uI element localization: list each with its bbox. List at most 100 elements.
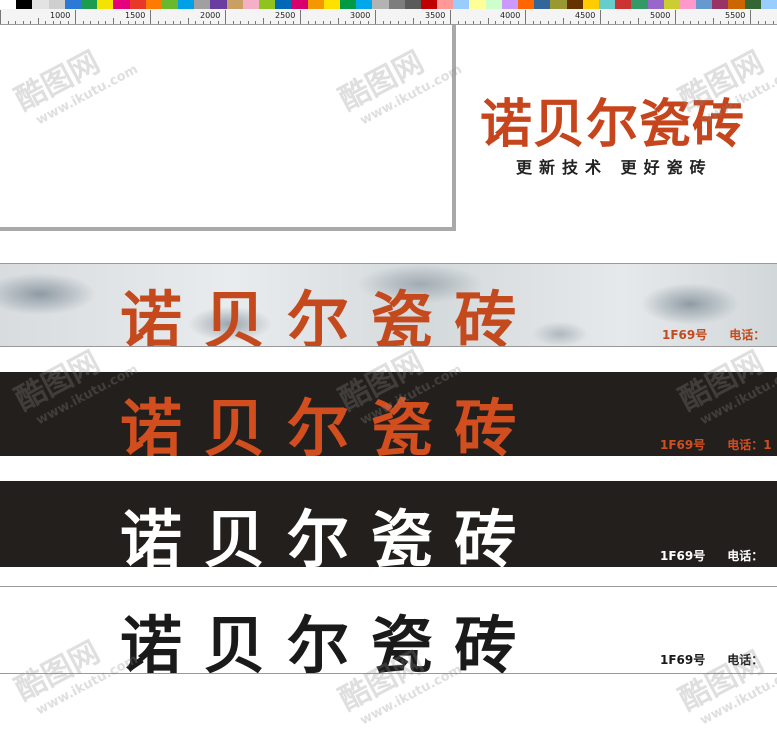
color-swatch[interactable] bbox=[178, 0, 195, 9]
color-swatch[interactable] bbox=[291, 0, 308, 9]
color-swatch[interactable] bbox=[226, 0, 243, 9]
color-swatch[interactable] bbox=[501, 0, 518, 9]
color-swatch[interactable] bbox=[388, 0, 405, 9]
ruler-tick bbox=[82, 21, 84, 24]
ruler-tick bbox=[382, 21, 384, 24]
color-swatch[interactable] bbox=[64, 0, 81, 9]
color-swatch[interactable] bbox=[372, 0, 389, 9]
ruler-tick bbox=[480, 21, 481, 24]
color-swatch[interactable] bbox=[566, 0, 583, 9]
ruler-tick bbox=[315, 21, 316, 24]
logo-subtitle[interactable]: 更新技术 更好瓷砖 bbox=[516, 154, 713, 178]
ruler-tick bbox=[90, 21, 91, 24]
color-swatch[interactable] bbox=[663, 0, 680, 9]
color-swatch[interactable] bbox=[307, 0, 324, 9]
color-swatch[interactable] bbox=[210, 0, 227, 9]
color-swatch[interactable] bbox=[696, 0, 713, 9]
ruler-label: 5000 bbox=[650, 11, 671, 20]
ruler-tick bbox=[210, 21, 211, 24]
color-swatch[interactable] bbox=[760, 0, 777, 9]
ruler-tick bbox=[757, 21, 759, 24]
ruler-tick bbox=[22, 21, 24, 24]
ruler-tick bbox=[457, 21, 459, 24]
ruler-tick bbox=[97, 21, 99, 24]
ruler-tick bbox=[442, 21, 444, 24]
color-swatch[interactable] bbox=[598, 0, 616, 9]
color-swatch[interactable] bbox=[420, 0, 438, 9]
ruler-tick bbox=[735, 21, 736, 24]
ruler-tick bbox=[52, 21, 54, 24]
color-palette[interactable] bbox=[0, 0, 777, 9]
color-swatch[interactable] bbox=[550, 0, 567, 9]
color-swatch[interactable] bbox=[16, 0, 33, 9]
color-swatch[interactable] bbox=[469, 0, 486, 9]
ruler-tick bbox=[577, 21, 579, 24]
ruler-tick bbox=[232, 21, 234, 24]
ruler-tick bbox=[540, 21, 541, 24]
color-swatch[interactable] bbox=[259, 0, 276, 9]
ruler-tick bbox=[360, 21, 361, 24]
shop-number: 1F69号 bbox=[660, 438, 706, 452]
color-swatch[interactable] bbox=[242, 0, 259, 9]
color-swatch[interactable] bbox=[453, 0, 470, 9]
color-swatch[interactable] bbox=[744, 0, 761, 9]
ruler-tick bbox=[427, 21, 429, 24]
color-swatch[interactable] bbox=[647, 0, 664, 9]
ruler-tick bbox=[637, 18, 639, 24]
ruler-tick bbox=[105, 21, 106, 24]
color-swatch[interactable] bbox=[97, 0, 114, 9]
ruler-tick bbox=[667, 21, 669, 24]
ruler-tick bbox=[135, 21, 136, 24]
ruler-label: 2500 bbox=[275, 11, 296, 20]
color-swatch[interactable] bbox=[631, 0, 648, 9]
ruler-tick bbox=[472, 21, 474, 24]
color-swatch[interactable] bbox=[113, 0, 130, 9]
color-swatch[interactable] bbox=[582, 0, 599, 9]
ruler-tick bbox=[750, 10, 751, 24]
sign-band-black-white[interactable]: 诺 贝 尔 瓷 砖 1F69号 电话： bbox=[0, 481, 777, 567]
color-swatch[interactable] bbox=[161, 0, 179, 9]
ruler-tick bbox=[645, 21, 646, 24]
color-swatch[interactable] bbox=[0, 0, 17, 9]
color-swatch[interactable] bbox=[32, 0, 49, 9]
ruler-tick bbox=[517, 21, 519, 24]
color-swatch[interactable] bbox=[728, 0, 745, 9]
ruler-tick bbox=[375, 10, 376, 24]
shop-number: 1F69号 bbox=[662, 328, 708, 342]
ruler-tick bbox=[225, 10, 226, 24]
color-swatch[interactable] bbox=[275, 0, 292, 9]
color-swatch[interactable] bbox=[356, 0, 373, 9]
color-swatch[interactable] bbox=[194, 0, 211, 9]
color-swatch[interactable] bbox=[679, 0, 697, 9]
ruler-tick bbox=[255, 21, 256, 24]
color-swatch[interactable] bbox=[518, 0, 535, 9]
ruler-tick bbox=[15, 21, 16, 24]
color-swatch[interactable] bbox=[129, 0, 146, 9]
ruler-tick bbox=[720, 21, 721, 24]
color-swatch[interactable] bbox=[48, 0, 65, 9]
ruler-tick bbox=[547, 21, 549, 24]
ruler-label: 2000 bbox=[200, 11, 221, 20]
color-swatch[interactable] bbox=[437, 0, 454, 9]
color-swatch[interactable] bbox=[80, 0, 98, 9]
horizontal-ruler[interactable]: 1000 1500 2000 2500 3000 3500 4000 4500 … bbox=[0, 9, 777, 25]
ruler-tick bbox=[727, 21, 729, 24]
ruler-label: 1000 bbox=[50, 11, 71, 20]
ruler-tick bbox=[622, 21, 624, 24]
color-swatch[interactable] bbox=[404, 0, 421, 9]
ruler-tick bbox=[345, 21, 346, 24]
color-swatch[interactable] bbox=[339, 0, 357, 9]
ruler-tick bbox=[397, 21, 399, 24]
ruler-tick bbox=[180, 21, 181, 24]
ruler-tick bbox=[502, 21, 504, 24]
color-swatch[interactable] bbox=[534, 0, 551, 9]
color-swatch[interactable] bbox=[323, 0, 340, 9]
ruler-tick bbox=[150, 10, 151, 24]
color-swatch[interactable] bbox=[712, 0, 729, 9]
ruler-tick bbox=[195, 21, 196, 24]
ruler-tick bbox=[172, 21, 174, 24]
color-swatch[interactable] bbox=[485, 0, 502, 9]
color-swatch[interactable] bbox=[615, 0, 632, 9]
ruler-tick bbox=[165, 21, 166, 24]
color-swatch[interactable] bbox=[145, 0, 162, 9]
